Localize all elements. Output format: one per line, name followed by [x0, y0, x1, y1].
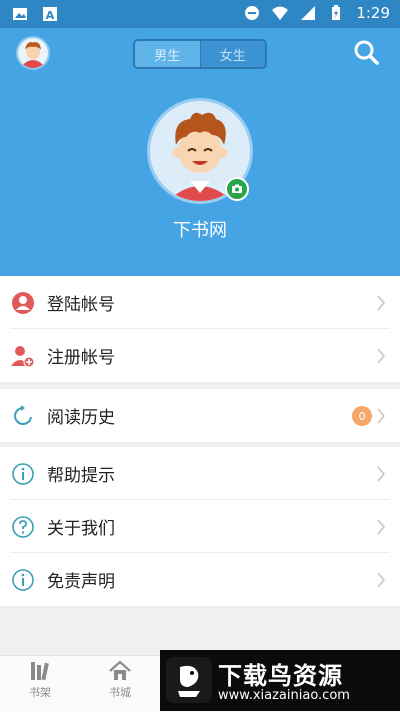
- add-user-icon: [11, 346, 35, 368]
- camera-icon[interactable]: [225, 177, 249, 201]
- question-icon: [12, 516, 34, 538]
- chevron-right-icon: [377, 519, 385, 535]
- info-icon: [12, 569, 34, 591]
- small-avatar[interactable]: [16, 36, 50, 70]
- tab-label: 书架: [29, 686, 51, 699]
- battery-icon: [332, 5, 341, 20]
- account-group: 登陆帐号 注册帐号: [0, 276, 400, 382]
- refresh-icon: [14, 405, 32, 425]
- tab-male[interactable]: 男生: [135, 41, 201, 67]
- info-group: 帮助提示 关于我们 免责声明: [0, 447, 400, 606]
- chevron-right-icon: [377, 572, 385, 588]
- text-icon: A: [43, 7, 57, 22]
- site-name: 下书网: [173, 220, 227, 241]
- home-icon: [109, 660, 131, 680]
- watermark-logo-icon: [166, 657, 212, 703]
- menu-item-register[interactable]: 注册帐号: [0, 329, 400, 382]
- menu-item-label: 登陆帐号: [47, 295, 115, 315]
- tab-female[interactable]: 女生: [201, 41, 266, 67]
- svg-text:A: A: [46, 9, 55, 22]
- menu-item-label: 关于我们: [47, 519, 115, 539]
- image-icon: [13, 8, 27, 20]
- status-time: 1:29: [356, 4, 390, 22]
- gender-switch: 男生 女生: [133, 39, 267, 69]
- menu-item-login[interactable]: 登陆帐号: [0, 276, 400, 329]
- dnd-icon: [245, 6, 260, 20]
- menu-item-label: 帮助提示: [47, 466, 115, 486]
- history-group: 阅读历史 0: [0, 389, 400, 442]
- chevron-right-icon: [377, 348, 385, 364]
- chevron-right-icon: [377, 295, 385, 311]
- info-icon: [12, 463, 34, 485]
- menu-item-help[interactable]: 帮助提示: [0, 447, 400, 500]
- menu-item-disclaimer[interactable]: 免责声明: [0, 553, 400, 606]
- menu-item-label: 免责声明: [47, 572, 115, 592]
- chevron-right-icon: [377, 408, 385, 424]
- bookshelf-icon: [31, 662, 49, 681]
- watermark-url: www.xiazainiao.com: [218, 688, 350, 703]
- status-bar: A 1:29: [0, 0, 400, 28]
- tab-bookshelf[interactable]: 书架: [0, 660, 80, 700]
- profile-header: 男生 女生 下书网: [0, 28, 400, 276]
- menu-item-about[interactable]: 关于我们: [0, 500, 400, 553]
- signal-icon: [301, 6, 316, 20]
- tab-label: 书城: [109, 686, 131, 699]
- menu-item-label: 注册帐号: [47, 348, 115, 368]
- tab-store[interactable]: 书城: [80, 660, 160, 700]
- user-icon: [12, 292, 34, 314]
- avatar-icon: [23, 42, 43, 68]
- watermark-banner: 下载鸟资源 www.xiazainiao.com: [160, 650, 400, 711]
- menu-item-label: 阅读历史: [47, 408, 115, 428]
- chevron-right-icon: [377, 466, 385, 482]
- search-icon[interactable]: [352, 38, 380, 66]
- menu-item-history[interactable]: 阅读历史 0: [0, 389, 400, 442]
- history-count-badge: 0: [352, 406, 372, 426]
- watermark-title: 下载鸟资源: [218, 662, 343, 690]
- wifi-icon: [272, 6, 289, 20]
